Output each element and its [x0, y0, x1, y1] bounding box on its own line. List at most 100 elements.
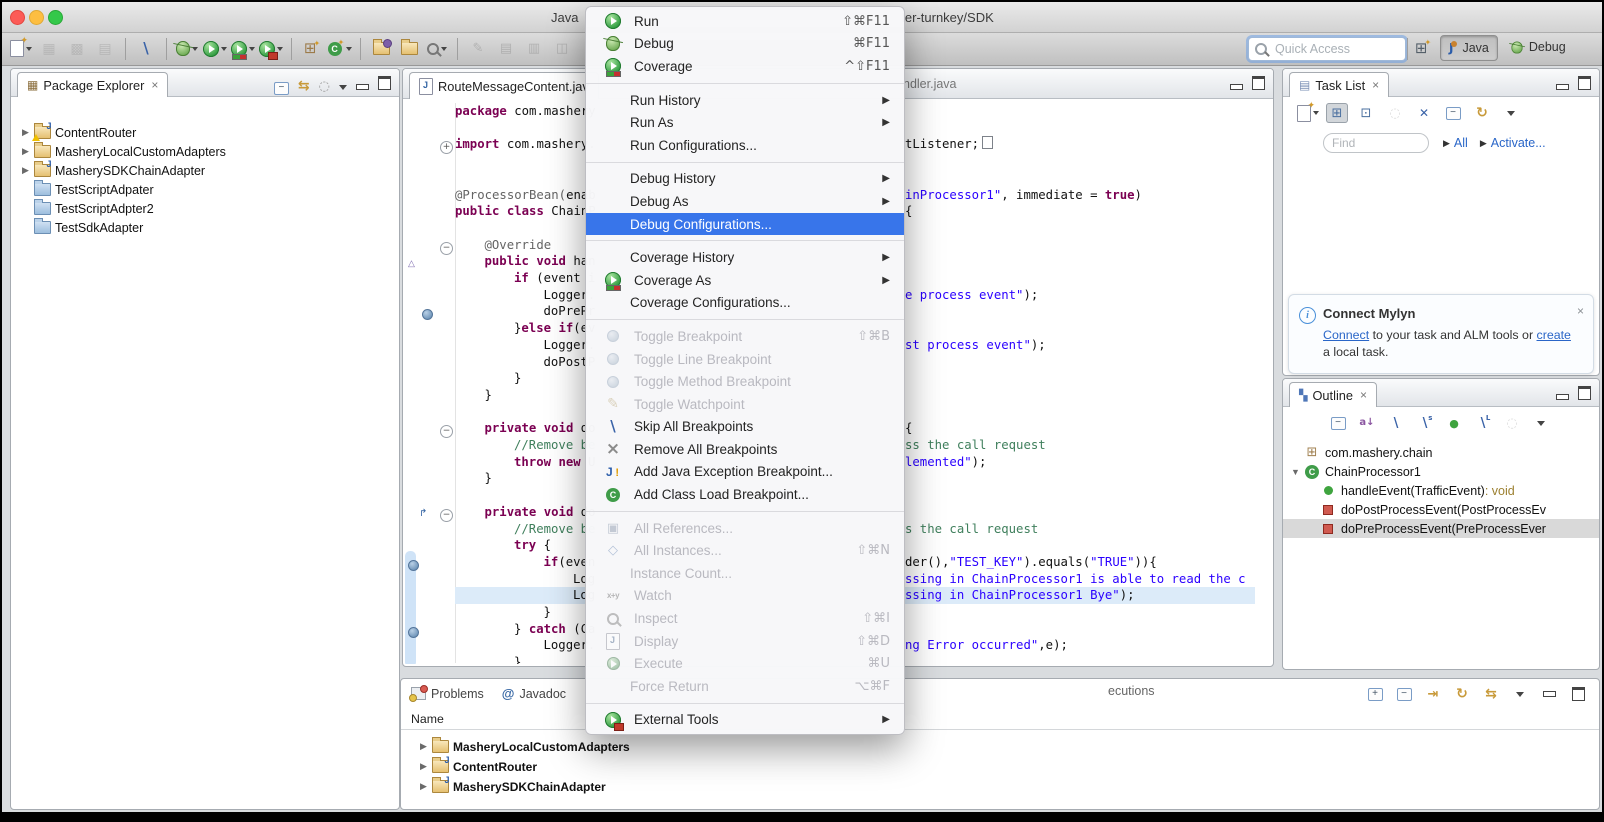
- view-menu-button[interactable]: [1530, 413, 1552, 433]
- menu-item-skip-all-breakpoints[interactable]: \Skip All Breakpoints: [586, 416, 904, 439]
- new-task-button[interactable]: [1297, 103, 1319, 123]
- toolbar-run-external-button[interactable]: [258, 36, 284, 61]
- tab-editor-active[interactable]: RouteMessageContent.jav: [409, 72, 599, 99]
- open-perspective-button[interactable]: ⊞✦: [1410, 36, 1436, 61]
- quick-access-input[interactable]: [1273, 41, 1377, 57]
- maximize-button[interactable]: [1578, 386, 1591, 405]
- menu-item-debug[interactable]: Debug⌘F11: [586, 33, 904, 56]
- collapse-all-button[interactable]: −: [1327, 413, 1349, 433]
- refresh-button[interactable]: ↻: [1451, 684, 1473, 704]
- tab-partial[interactable]: ecutions: [1108, 684, 1155, 698]
- perspective-java-button[interactable]: JJava: [1440, 35, 1498, 61]
- maximize-button[interactable]: [1252, 76, 1265, 95]
- menu-item-coverage-as[interactable]: Coverage As▶: [586, 269, 904, 292]
- tree-item-testscriptadpater[interactable]: TestScriptAdpater: [11, 180, 399, 199]
- collapse-all-button[interactable]: −: [1442, 103, 1464, 123]
- tab-outline[interactable]: ▚ Outline ×: [1289, 382, 1377, 407]
- menu-item-coverage-history[interactable]: Coverage History▶: [586, 246, 904, 269]
- mylyn-connect-link[interactable]: Connect: [1323, 328, 1369, 342]
- minimize-button[interactable]: [1556, 77, 1569, 95]
- menu-item-run-history[interactable]: Run History▶: [586, 89, 904, 112]
- menu-item-debug-history[interactable]: Debug History▶: [586, 168, 904, 191]
- expand-all-button[interactable]: +: [1364, 684, 1386, 704]
- fold-plus-icon[interactable]: +: [440, 141, 453, 154]
- toolbar-new-java-class-button[interactable]: C✦: [327, 36, 353, 61]
- fold-minus-icon[interactable]: −: [440, 425, 453, 438]
- minimize-button[interactable]: [356, 77, 369, 95]
- breakpoint-icon[interactable]: [408, 560, 419, 571]
- table-row-contentrouter[interactable]: ▶JContentRouter: [401, 757, 1599, 776]
- tab-editor-inactive[interactable]: ndler.java: [903, 77, 957, 91]
- toolbar-open-task-button[interactable]: [368, 36, 394, 61]
- perspective-debug-button[interactable]: Debug: [1502, 35, 1574, 59]
- link-all[interactable]: All: [1454, 136, 1468, 150]
- collapse-all-button[interactable]: −: [274, 77, 289, 95]
- view-menu-button[interactable]: [339, 77, 347, 95]
- toolbar-open-resource-button[interactable]: [396, 36, 422, 61]
- fold-minus-icon[interactable]: −: [440, 509, 453, 522]
- tab-javadoc[interactable]: @Javadoc: [502, 686, 566, 701]
- close-icon[interactable]: ×: [151, 78, 158, 92]
- mylyn-create-link[interactable]: create: [1537, 328, 1571, 342]
- toolbar-new-wizard-button[interactable]: [8, 36, 34, 61]
- hide-static-button[interactable]: \s: [1414, 413, 1436, 433]
- sort-button[interactable]: a↓: [1356, 413, 1378, 433]
- tree-item-contentrouter[interactable]: ▶JContentRouter: [11, 123, 399, 142]
- tab-package-explorer[interactable]: ▦ Package Explorer ×: [17, 72, 168, 97]
- minimize-window-button[interactable]: [29, 10, 44, 25]
- breakpoint-icon[interactable]: [408, 627, 419, 638]
- table-row-masherysdkchainadapter[interactable]: ▶JMasherySDKChainAdapter: [401, 777, 1599, 796]
- table-row-masherylocalcustomadapters[interactable]: ▶MasheryLocalCustomAdapters: [401, 737, 1599, 756]
- outline-item-dopostprocessevent-postprocessev[interactable]: doPostProcessEvent(PostProcessEv: [1283, 500, 1599, 519]
- tree-item-testsdkadapter[interactable]: TestSdkAdapter: [11, 218, 399, 237]
- close-icon[interactable]: ×: [1577, 304, 1584, 318]
- menu-item-debug-configurations[interactable]: Debug Configurations...: [586, 213, 904, 236]
- hide-local-button[interactable]: \L: [1472, 413, 1494, 433]
- reuse-editor-button[interactable]: ⇥: [1422, 684, 1444, 704]
- find-input[interactable]: [1323, 133, 1429, 153]
- minimize-button[interactable]: [1538, 684, 1560, 704]
- toolbar-run-button[interactable]: [202, 36, 228, 61]
- link-activate[interactable]: Activate...: [1491, 136, 1546, 150]
- menu-item-run-configurations[interactable]: Run Configurations...: [586, 134, 904, 157]
- toolbar-debug-button[interactable]: [174, 36, 200, 61]
- outline-item-chainprocessor1[interactable]: ▼CChainProcessor1: [1283, 462, 1599, 481]
- link-editor-button[interactable]: ⇆: [298, 77, 310, 95]
- hide-nonpublic-button[interactable]: ●: [1443, 413, 1465, 433]
- link-editor-button[interactable]: ⇆: [1480, 684, 1502, 704]
- zoom-window-button[interactable]: [48, 10, 63, 25]
- maximize-button[interactable]: [378, 76, 391, 95]
- tree-item-masherysdkchainadapter[interactable]: ▶JMasherySDKChainAdapter: [11, 161, 399, 180]
- maximize-button[interactable]: [1578, 76, 1591, 95]
- menu-item-run[interactable]: Run⇧⌘F11: [586, 10, 904, 33]
- package-explorer-tree[interactable]: ▶JContentRouter▶MasheryLocalCustomAdapte…: [11, 101, 399, 809]
- quick-access-box[interactable]: [1248, 37, 1406, 61]
- categorized-button[interactable]: ⊞: [1326, 103, 1348, 123]
- minimize-button[interactable]: [1230, 77, 1243, 95]
- menu-item-coverage-configurations[interactable]: Coverage Configurations...: [586, 292, 904, 315]
- collapse-all-button[interactable]: −: [1393, 684, 1415, 704]
- close-icon[interactable]: ×: [1360, 388, 1367, 402]
- tab-problems[interactable]: Problems: [411, 687, 484, 701]
- toolbar-coverage-button[interactable]: [230, 36, 256, 61]
- outline-item-com-mashery-chain[interactable]: ⊞com.mashery.chain: [1283, 443, 1599, 462]
- menu-item-run-as[interactable]: Run As▶: [586, 111, 904, 134]
- menu-item-debug-as[interactable]: Debug As▶: [586, 190, 904, 213]
- menu-item-add-class-load-breakpoint[interactable]: CAdd Class Load Breakpoint...: [586, 483, 904, 506]
- tree-item-masherylocalcustomadapters[interactable]: ▶MasheryLocalCustomAdapters: [11, 142, 399, 161]
- tab-task-list[interactable]: ▤ Task List ×: [1289, 72, 1389, 97]
- outline-item-handleevent-trafficevent[interactable]: handleEvent(TrafficEvent) : void: [1283, 481, 1599, 500]
- bottom-table[interactable]: ▶MasheryLocalCustomAdapters▶JContentRout…: [401, 729, 1599, 809]
- synchronize-button[interactable]: ↻: [1471, 103, 1493, 123]
- close-window-button[interactable]: [10, 10, 25, 25]
- toolbar-search-button[interactable]: [424, 36, 450, 61]
- view-menu-button[interactable]: [1500, 103, 1522, 123]
- view-menu-button[interactable]: [1509, 684, 1531, 704]
- focus-button[interactable]: ◌: [319, 77, 330, 95]
- toolbar-new-java-project-button[interactable]: ⊞✦: [299, 36, 325, 61]
- minimize-button[interactable]: [1556, 387, 1569, 405]
- close-icon[interactable]: ×: [1372, 78, 1379, 92]
- tree-item-testscriptadpter2[interactable]: TestScriptAdpter2: [11, 199, 399, 218]
- column-header-name[interactable]: Name: [401, 709, 1599, 730]
- outline-tree[interactable]: ⊞com.mashery.chain▼CChainProcessor1handl…: [1283, 443, 1599, 669]
